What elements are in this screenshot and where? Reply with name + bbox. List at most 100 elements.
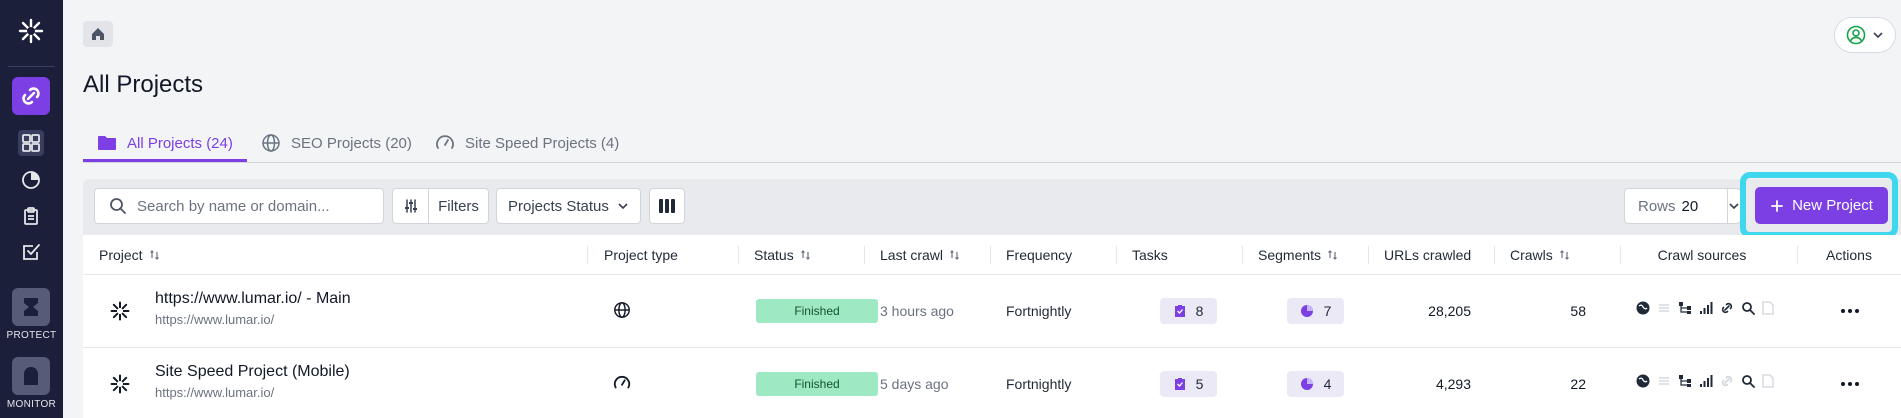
frequency-value: Fortnightly	[1006, 303, 1072, 319]
sliders-icon	[393, 189, 429, 223]
user-menu-button[interactable]	[1834, 17, 1896, 53]
projects-status-label: Projects Status	[508, 197, 609, 215]
tab-site-speed-projects[interactable]: Site Speed Projects (4)	[435, 124, 619, 162]
column-header-tasks: Tasks	[1132, 235, 1168, 275]
app-monitor-button[interactable]	[12, 357, 50, 395]
header-label: Frequency	[1006, 247, 1073, 263]
rows-label: Rows	[1638, 197, 1676, 215]
table-row[interactable]: Site Speed Project (Mobile) https://www.…	[83, 348, 1901, 418]
new-project-label: New Project	[1792, 197, 1873, 214]
segment-pie-icon	[1300, 378, 1313, 390]
column-header-project-type: Project type	[604, 235, 678, 275]
tasks-count-chip[interactable]: 5	[1160, 371, 1217, 397]
gauge-icon	[436, 135, 454, 149]
sort-icon	[950, 250, 959, 260]
status-badge: Finished	[756, 372, 878, 396]
app-monitor-label: MONITOR	[6, 399, 57, 410]
columns-button[interactable]	[649, 188, 685, 224]
chevron-down-icon[interactable]	[1727, 189, 1740, 223]
status-badge: Finished	[756, 299, 878, 323]
project-name-link[interactable]: https://www.lumar.io/ - Main	[155, 290, 351, 308]
filters-label: Filters	[438, 197, 479, 215]
sidebar-item-reports[interactable]	[18, 167, 44, 193]
column-header-urls-crawled: URLs crawled	[1384, 235, 1471, 275]
app-protect-button[interactable]	[12, 288, 50, 326]
pie-chart-icon	[22, 171, 40, 189]
sidebar-divider	[8, 66, 55, 67]
sitemap-icon	[1679, 375, 1691, 387]
hourglass-icon	[24, 298, 38, 316]
lumar-logo-icon	[110, 374, 130, 394]
column-header-segments[interactable]: Segments	[1258, 235, 1339, 275]
globe-icon	[613, 301, 631, 319]
sidebar-item-tasks[interactable]	[18, 203, 44, 229]
web-crawl-icon	[1636, 301, 1650, 315]
header-label: Project	[99, 247, 143, 263]
new-project-button[interactable]: New Project	[1755, 187, 1888, 224]
user-avatar-icon	[1846, 25, 1866, 45]
lumar-logo-icon[interactable]	[14, 14, 48, 48]
sidebar: PROTECT MONITOR	[0, 0, 63, 418]
crawls-value: 22	[1570, 376, 1586, 392]
tab-label: SEO Projects (20)	[291, 134, 412, 152]
task-icon	[1174, 378, 1185, 390]
tab-all-projects[interactable]: All Projects (24)	[97, 124, 233, 162]
search-input[interactable]	[137, 197, 357, 215]
project-name-link[interactable]: Site Speed Project (Mobile)	[155, 363, 350, 381]
sidebar-item-checks[interactable]	[18, 239, 44, 265]
segments-count: 7	[1323, 303, 1332, 319]
app-protect-label: PROTECT	[6, 330, 57, 341]
projects-status-dropdown[interactable]: Projects Status	[496, 188, 641, 224]
monitor-app-icon	[24, 367, 38, 385]
rows-per-page-select[interactable]: Rows 20	[1624, 188, 1741, 224]
sitemap-icon	[1679, 302, 1691, 314]
project-url: https://www.lumar.io/	[155, 312, 275, 327]
header-divider	[738, 246, 739, 264]
header-label: Tasks	[1132, 247, 1168, 263]
column-header-project[interactable]: Project	[99, 235, 161, 275]
table-row[interactable]: https://www.lumar.io/ - Main https://www…	[83, 275, 1901, 348]
header-label: Crawl sources	[1657, 247, 1747, 263]
search-console-icon	[1742, 375, 1755, 388]
column-header-crawl-sources: Crawl sources	[1632, 235, 1772, 275]
header-label: Actions	[1826, 247, 1872, 263]
sidebar-item-analyze[interactable]	[12, 77, 50, 115]
column-header-status[interactable]: Status	[754, 235, 812, 275]
sort-icon	[1559, 250, 1569, 260]
crawl-sources	[1636, 374, 1774, 388]
column-header-last-crawl[interactable]: Last crawl	[880, 235, 961, 275]
search-console-icon	[1742, 302, 1755, 315]
row-actions-menu[interactable]	[1835, 374, 1865, 394]
tasks-count: 8	[1195, 303, 1204, 319]
sort-icon	[1328, 250, 1337, 260]
sidebar-item-dashboard[interactable]	[18, 130, 44, 156]
tasks-count-chip[interactable]: 8	[1160, 298, 1217, 324]
file-upload-icon	[1762, 301, 1774, 315]
column-header-crawls[interactable]: Crawls	[1510, 235, 1571, 275]
link-icon	[22, 87, 40, 105]
grid-icon	[22, 134, 40, 152]
header-label: URLs crawled	[1384, 247, 1472, 263]
header-divider	[990, 246, 991, 264]
folder-icon	[98, 136, 116, 150]
home-button[interactable]	[83, 21, 113, 47]
header-label: Project type	[604, 247, 678, 263]
tab-seo-projects[interactable]: SEO Projects (20)	[261, 124, 412, 162]
header-divider	[1242, 246, 1243, 264]
analytics-bars-icon	[1700, 375, 1713, 387]
column-header-actions: Actions	[1797, 235, 1901, 275]
home-icon	[92, 28, 104, 40]
filters-button[interactable]: Filters	[392, 188, 489, 224]
crawl-sources	[1636, 301, 1774, 315]
search-field[interactable]	[94, 188, 384, 224]
header-label: Crawls	[1510, 247, 1553, 263]
file-upload-icon	[1762, 374, 1774, 388]
last-crawl-time: 3 hours ago	[880, 303, 954, 319]
segments-count-chip[interactable]: 4	[1287, 371, 1344, 397]
columns-icon	[659, 199, 675, 213]
segments-count-chip[interactable]: 7	[1287, 298, 1344, 324]
list-icon	[1659, 304, 1669, 312]
row-actions-menu[interactable]	[1835, 301, 1865, 321]
more-horizontal-icon	[1841, 309, 1859, 313]
chevron-down-icon	[618, 203, 628, 210]
